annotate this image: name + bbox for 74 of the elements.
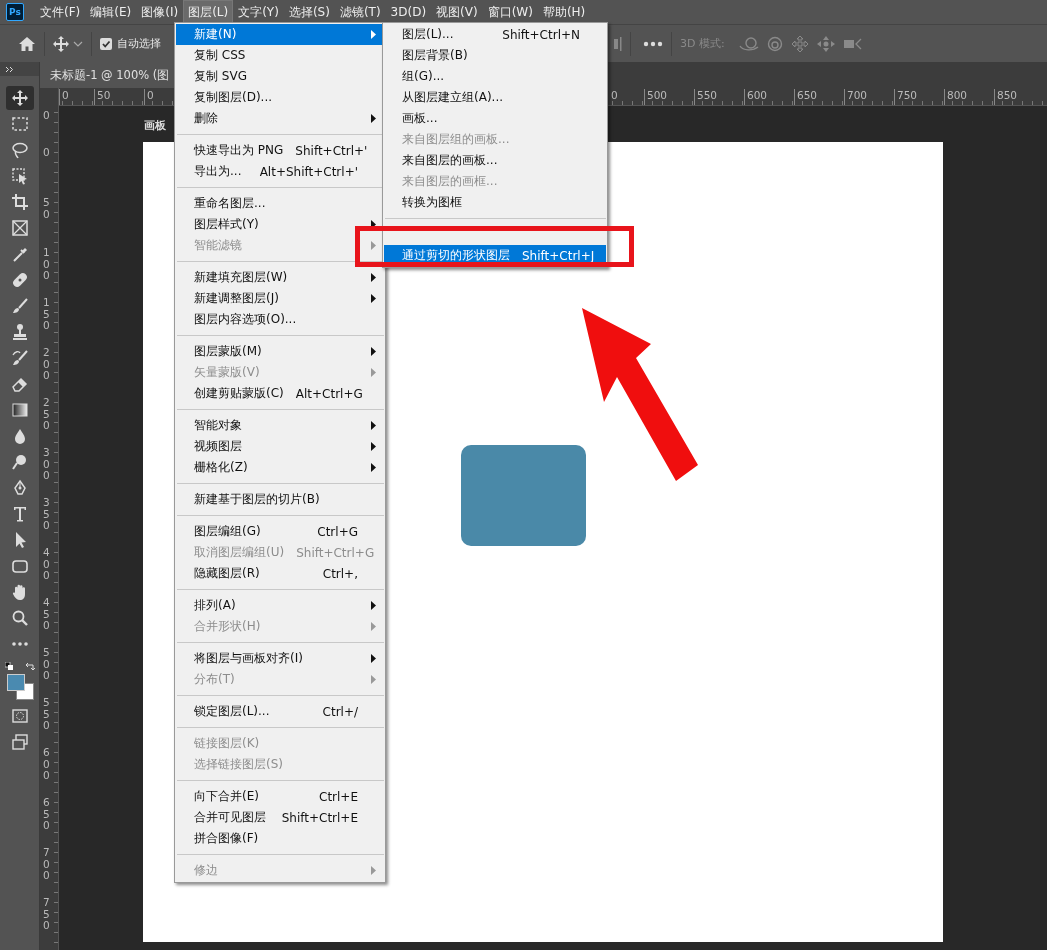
ruler-label: 200 (43, 347, 51, 382)
menu-item[interactable]: 快速导出为 PNG Shift+Ctrl+' (176, 140, 384, 161)
menu-item[interactable]: 3D(D) (386, 2, 431, 22)
menu-item[interactable]: 隐藏图层(R) Ctrl+, (176, 563, 384, 584)
checkbox-label: 自动选择 (117, 36, 161, 51)
menu-item[interactable]: 导出为... Alt+Shift+Ctrl+' (176, 161, 384, 182)
ruler-label: 650 (43, 797, 51, 832)
menu-item[interactable]: 栅格化(Z) (176, 457, 384, 478)
ruler-label: 0 (43, 110, 51, 122)
menu-item[interactable]: 图层编组(G) Ctrl+G (176, 521, 384, 542)
menu-item[interactable]: 创建剪贴蒙版(C) Alt+Ctrl+G (176, 383, 384, 404)
ruler-label: 700 (43, 847, 51, 882)
menu-item[interactable]: 选择(S) (284, 0, 334, 24)
ruler-label: 550 (694, 89, 718, 105)
menu-item[interactable]: 视图(V) (432, 0, 482, 24)
menu-item[interactable]: 复制图层(D)... (176, 87, 384, 108)
menu-item[interactable]: 图层背景(B) (384, 45, 606, 66)
menu-item[interactable]: 编辑(E) (86, 0, 136, 24)
menu-item[interactable]: 锁定图层(L)... Ctrl+/ (176, 701, 384, 722)
menu-item[interactable]: 从图层建立组(A)... (384, 87, 606, 108)
menu-item[interactable]: 合并可见图层 Shift+Ctrl+E (176, 807, 384, 828)
menu-item[interactable]: 删除 (176, 108, 384, 129)
menu-item[interactable]: 文件(F) (36, 0, 85, 24)
menu-item[interactable]: 新建基于图层的切片(B) (176, 489, 384, 510)
menu-item[interactable]: 来自图层的画板... (384, 150, 606, 171)
app-logo[interactable]: Ps (6, 3, 24, 21)
menu-item[interactable]: 视频图层 (176, 436, 384, 457)
menu-item[interactable]: 将图层与画板对齐(I) (176, 648, 384, 669)
ruler-label: 750 (894, 89, 918, 105)
menu-item[interactable]: 重命名图层... (176, 193, 384, 214)
ruler-label: 700 (844, 89, 868, 105)
menu-item[interactable]: 图层内容选项(O)... (176, 309, 384, 330)
ruler-label: 50 (43, 197, 51, 221)
menu-item[interactable]: 组(G)... (384, 66, 606, 87)
menu-item[interactable]: 图层蒙版(M) (176, 341, 384, 362)
ruler-label: 800 (944, 89, 968, 105)
ruler-label: 100 (43, 247, 51, 282)
menu-item[interactable]: 图像(I) (137, 0, 183, 24)
ruler-label: 50 (94, 89, 111, 105)
menu-item[interactable]: 滤镜(T) (335, 0, 385, 24)
ruler-label: 0 (59, 89, 69, 105)
menu-item[interactable]: 转换为图框 (384, 192, 606, 213)
ruler-label: 750 (43, 897, 51, 932)
menu-item[interactable]: 拼合图像(F) (176, 828, 384, 849)
menu-item[interactable]: 图层(L) (184, 0, 233, 24)
ruler-label: 0 (144, 89, 154, 105)
ruler-label: 650 (794, 89, 818, 105)
ruler-label: 850 (994, 89, 1018, 105)
menu-item[interactable]: 排列(A) (176, 595, 384, 616)
menu-item[interactable]: 智能对象 (176, 415, 384, 436)
menu-item[interactable]: 文字(Y) (234, 0, 283, 24)
ruler-label: 0 (610, 89, 618, 103)
menu-item[interactable]: 新建填充图层(W) (176, 267, 384, 288)
menu-item[interactable]: 窗口(W) (483, 0, 537, 24)
ruler-label: 250 (43, 397, 51, 432)
menu-item[interactable]: 画板... (384, 108, 606, 129)
menu-item[interactable]: 新建(N) (176, 24, 384, 45)
ruler-label: 300 (43, 447, 51, 482)
ruler-label: 500 (43, 647, 51, 682)
ruler-label: 150 (43, 297, 51, 332)
menu-item[interactable]: 新建调整图层(J) (176, 288, 384, 309)
artboard-label: 画板 (144, 118, 166, 133)
menu-item[interactable]: 图层(L)... Shift+Ctrl+N (384, 24, 606, 45)
ruler-label: 550 (43, 697, 51, 732)
ruler-label: 350 (43, 497, 51, 532)
ruler-label: 500 (644, 89, 668, 105)
ruler-label: 400 (43, 547, 51, 582)
menu-item[interactable]: 向下合并(E) Ctrl+E (176, 786, 384, 807)
ruler-label: 600 (744, 89, 768, 105)
ruler-label: 450 (43, 597, 51, 632)
ruler-label: 0 (43, 147, 51, 159)
ruler-label: 600 (43, 747, 51, 782)
menu-item[interactable]: 帮助(H) (538, 0, 590, 24)
menu-item[interactable]: 图层样式(Y) (176, 214, 384, 235)
